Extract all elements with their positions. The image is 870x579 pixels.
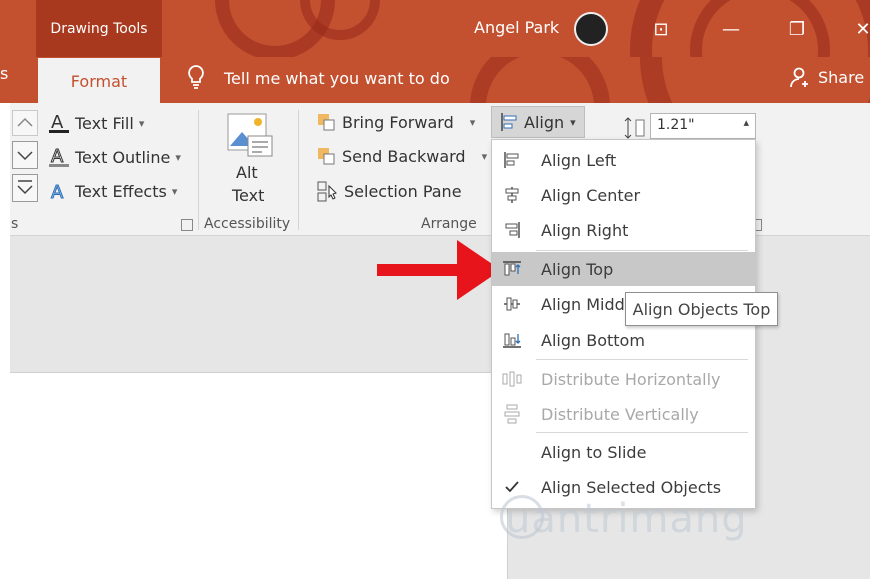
watermark-text: uantrimang <box>505 496 748 542</box>
send-backward-button[interactable]: Send Backward ▾ <box>316 146 487 166</box>
align-center-icon <box>502 185 522 205</box>
shape-height-value: 1.21" <box>657 117 695 133</box>
selection-pane-button[interactable]: Selection Pane <box>316 180 462 202</box>
minimize-button[interactable]: — <box>714 12 748 46</box>
svg-text:A: A <box>51 182 64 202</box>
shape-height-input[interactable]: 1.21" ▴ <box>650 113 756 139</box>
menu-separator <box>536 432 748 433</box>
drawing-tools-context-label: Drawing Tools <box>36 0 162 57</box>
red-arrow-icon <box>375 236 505 306</box>
text-effects-button[interactable]: A Text Effects ▾ <box>48 180 178 203</box>
tab-format[interactable]: Format <box>38 58 160 104</box>
align-left-icon <box>502 150 522 170</box>
tell-me-search[interactable]: Tell me what you want to do <box>224 69 450 88</box>
align-bottom-icon <box>502 330 522 350</box>
dialog-launcher-icon[interactable] <box>181 219 193 231</box>
chevron-down-icon: ▾ <box>469 115 476 129</box>
selection-pane-icon <box>317 181 337 202</box>
maximize-button[interactable]: ❐ <box>780 12 814 46</box>
share-button[interactable]: Share <box>790 66 864 88</box>
send-backward-label: Send Backward <box>342 146 466 166</box>
chevron-down-icon: ▾ <box>481 149 488 163</box>
close-button[interactable]: ✕ <box>846 12 870 46</box>
checkmark-icon <box>502 477 522 497</box>
distribute-horizontally-icon <box>502 369 522 389</box>
group-label-accessibility: Accessibility <box>204 216 291 232</box>
menu-separator <box>536 250 748 251</box>
lightbulb-icon <box>185 64 207 90</box>
selection-pane-label: Selection Pane <box>344 181 462 201</box>
menu-item-label: Align Left <box>541 150 617 170</box>
menu-separator <box>536 359 748 360</box>
menu-item-align-top[interactable]: Align Top <box>492 252 755 286</box>
slide-canvas[interactable] <box>10 372 508 579</box>
align-middle-icon <box>502 294 522 314</box>
alt-text-label-line1: Alt <box>236 163 258 182</box>
menu-item-label: Align Bottom <box>541 330 645 350</box>
alt-text-icon[interactable] <box>226 112 276 157</box>
align-right-icon <box>502 220 522 240</box>
gallery-up-button[interactable] <box>12 110 38 136</box>
ribbon-display-options-button[interactable]: ⊡ <box>644 12 678 46</box>
svg-text:A: A <box>51 146 64 167</box>
menu-item-label: Align Center <box>541 185 641 205</box>
svg-text:A: A <box>51 112 64 133</box>
user-name[interactable]: Angel Park <box>474 18 559 37</box>
menu-item-label: Distribute Vertically <box>541 404 699 424</box>
alt-text-label-line2: Text <box>232 186 265 205</box>
chevron-down-icon: ▾ <box>138 116 145 130</box>
person-add-icon <box>790 67 808 88</box>
align-label: Align <box>524 112 565 132</box>
group-label-arrange: Arrange <box>421 216 477 232</box>
avatar[interactable] <box>574 12 608 46</box>
menu-item-label: Align Midd <box>541 294 625 314</box>
menu-item-align-center[interactable]: Align Center <box>492 179 755 211</box>
spin-up-icon[interactable]: ▴ <box>743 116 749 129</box>
align-button[interactable]: Align ▾ <box>491 106 585 138</box>
text-outline-label: Text Outline <box>75 147 171 167</box>
menu-item-align-right[interactable]: Align Right <box>492 214 755 246</box>
menu-item-label: Distribute Horizontally <box>541 369 721 389</box>
text-effects-icon: A <box>51 182 65 203</box>
tooltip: Align Objects Top <box>625 292 778 326</box>
chevron-down-icon: ▾ <box>171 184 178 198</box>
bring-forward-button[interactable]: Bring Forward ▾ <box>316 112 475 132</box>
chevron-down-icon: ▾ <box>175 150 181 164</box>
menu-item-align-bottom[interactable]: Align Bottom <box>492 324 755 356</box>
align-icon <box>501 113 517 131</box>
text-effects-label: Text Effects <box>75 181 167 201</box>
text-fill-label: Text Fill <box>75 113 134 133</box>
menu-item-label: Align Selected Objects <box>541 477 722 497</box>
menu-item-align-to-slide[interactable]: Align to Slide <box>492 436 755 468</box>
tab-left-fragment: s <box>0 64 9 83</box>
menu-item-label: Align Top <box>541 259 614 279</box>
menu-item-label: Align Right <box>541 220 629 240</box>
align-top-icon <box>502 259 522 279</box>
text-outline-icon: A <box>49 146 69 168</box>
menu-item-distribute-horizontally: Distribute Horizontally <box>492 363 755 395</box>
distribute-vertically-icon <box>502 404 522 424</box>
share-label: Share <box>818 67 865 87</box>
powerpoint-window: Drawing Tools Angel Park ⊡ — ❐ ✕ s Forma… <box>0 0 870 579</box>
bring-forward-label: Bring Forward <box>342 112 454 132</box>
text-outline-button[interactable]: A Text Outline ▾ <box>48 146 181 168</box>
menu-item-align-left[interactable]: Align Left <box>492 144 755 176</box>
send-backward-icon <box>318 148 335 165</box>
gallery-more-button[interactable] <box>12 174 38 202</box>
gallery-down-button[interactable] <box>12 141 38 169</box>
chevron-down-icon: ▾ <box>570 115 576 129</box>
text-fill-button[interactable]: A Text Fill ▾ <box>48 112 144 134</box>
menu-item-label: Align to Slide <box>541 442 647 462</box>
menu-item-distribute-vertically: Distribute Vertically <box>492 398 755 430</box>
group-label-wordart-fragment: s <box>11 216 19 232</box>
bring-forward-icon <box>318 114 335 131</box>
text-fill-icon: A <box>49 112 69 133</box>
